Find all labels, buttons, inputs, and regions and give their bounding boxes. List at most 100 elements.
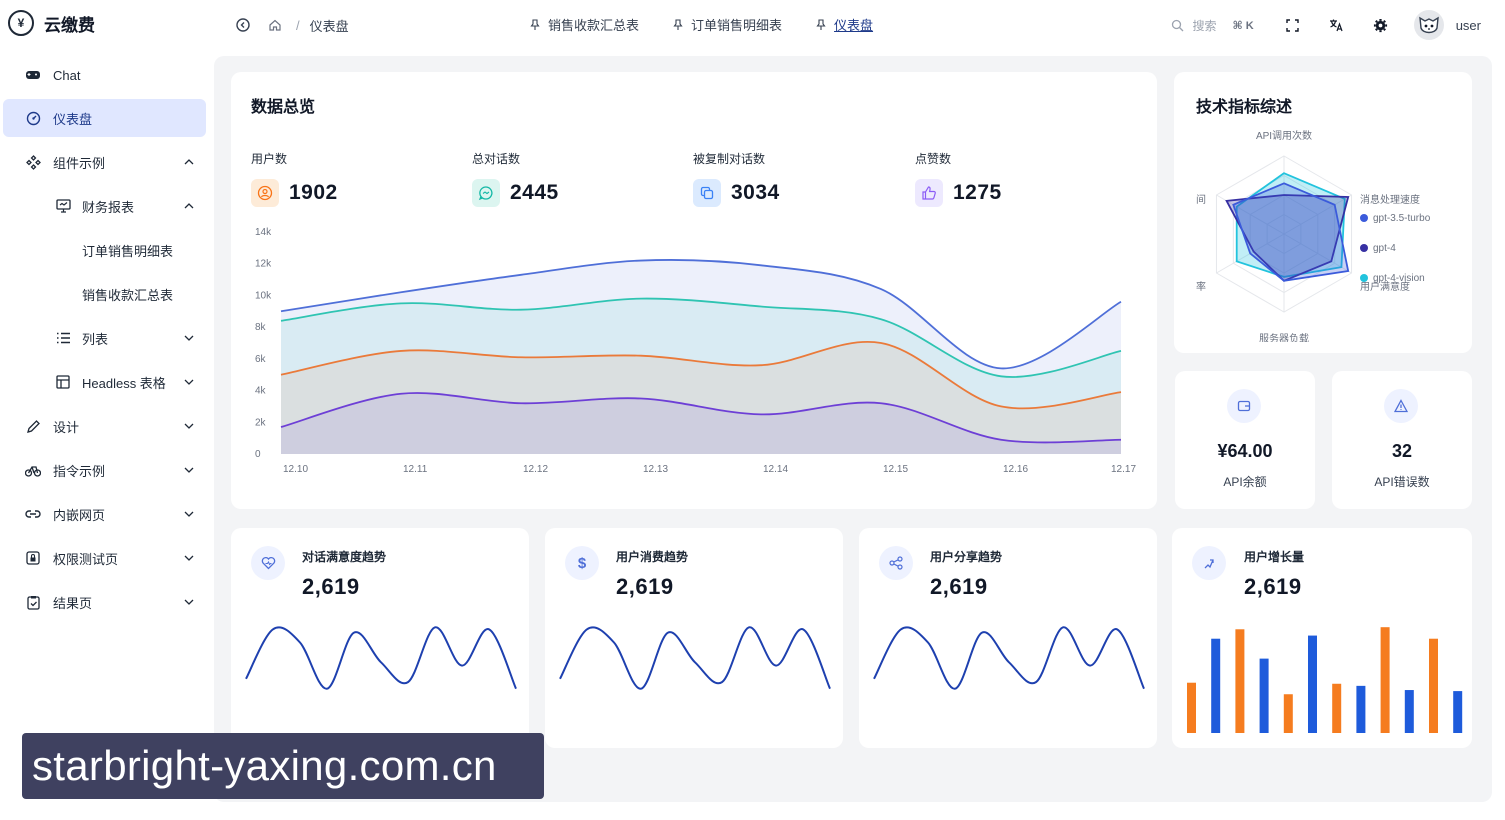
pin-icon[interactable] [673,18,683,31]
clipboard-check-icon [25,594,41,610]
mini-card-satisfaction: 对话满意度趋势 2,619 [231,528,529,748]
sidebar-item-list[interactable]: 列表 [3,319,206,357]
page-tabs: 销售收款汇总表 订单销售明细表 仪表盘 [530,15,873,34]
search-button[interactable]: 搜索 ⌘ K [1165,10,1259,40]
y-tick-label: 2k [255,417,267,428]
legend-label[interactable]: gpt-4 [1373,243,1396,254]
user-menu[interactable]: user [1413,10,1481,40]
translate-icon[interactable] [1326,14,1348,36]
sidebar-item-result-page[interactable]: 结果页 [3,583,206,621]
heart-icon [251,546,285,580]
sidebar-item-order-details[interactable]: 订单销售明细表 [3,231,206,269]
growth-bar [1380,627,1390,733]
tab-dashboard[interactable]: 仪表盘 [816,15,873,34]
fullscreen-icon[interactable] [1282,14,1304,36]
settings-gear-icon[interactable] [1370,14,1392,36]
stat-value: 2445 [510,181,559,204]
stat-label: 用户数 [251,152,288,166]
growth-bar [1356,685,1366,733]
chevron-down-icon [182,507,196,521]
legend-label[interactable]: gpt-4-vision [1373,273,1425,284]
sidebar-item-components[interactable]: 组件示例 [3,143,206,181]
home-icon[interactable] [264,14,286,36]
wallet-icon [1227,389,1261,423]
mini-card-value: 2,619 [930,574,988,599]
search-shortcut: ⌘ K [1232,19,1254,32]
brand-name: 云缴费 [44,15,95,35]
brand-mark-icon: ¥ [8,10,34,36]
sidebar-item-design[interactable]: 设计 [3,407,206,445]
pin-icon[interactable] [816,18,826,31]
mini-card-sharing: 用户分享趋势 2,619 [859,528,1157,748]
sidebar-item-sales-receipts[interactable]: 销售收款汇总表 [3,275,206,313]
username: user [1455,17,1481,33]
sidebar-item-label: Chat [53,67,81,83]
mini-card-spending: $ 用户消费趋势 2,619 [545,528,843,748]
api-errors-value: 32 [1391,441,1413,461]
tab-sales-receipts[interactable]: 销售收款汇总表 [530,15,639,34]
sidebar-item-dashboard[interactable]: 仪表盘 [3,99,206,137]
growth-bar-chart [1187,627,1463,733]
sidebar-item-permission-test[interactable]: 权限测试页 [3,539,206,577]
x-tick-label: 12.15 [883,464,908,475]
chevron-down-icon [182,463,196,477]
x-tick-label: 12.13 [643,464,668,475]
breadcrumb: / 仪表盘 [232,14,349,36]
trend-line [873,626,1145,690]
legend-label[interactable]: gpt-3.5-turbo [1373,213,1431,224]
sharing-trend-chart [873,626,1145,690]
api-errors-label: API错误数 [1374,475,1430,489]
chevron-down-icon [182,595,196,609]
sidebar-item-finance-reports[interactable]: 财务报表 [3,187,206,225]
overview-title: 数据总览 [251,99,316,116]
growth-bar [1283,694,1293,733]
chevron-down-icon [182,331,196,345]
mini-card-value: 2,619 [1244,574,1302,599]
y-tick-label: 14k [255,227,272,238]
growth-bar [1259,658,1269,733]
list-icon [55,330,71,346]
header-actions: 搜索 ⌘ K user [1165,10,1481,40]
chevron-up-icon [182,155,196,169]
radar-indicator-label: 间 [1196,193,1206,206]
pin-icon[interactable] [530,18,540,31]
mini-card-title: 用户消费趋势 [616,550,689,564]
sidebar-item-label: 列表 [82,331,109,347]
mini-card-value: 2,619 [302,574,360,599]
monitor-icon [55,198,71,214]
sidebar-item-label: 订单销售明细表 [82,243,174,259]
collapse-sidebar-icon[interactable] [232,14,254,36]
legend-swatch [1360,244,1368,252]
tech-title: 技术指标综述 [1196,99,1293,116]
growth-bar [1308,635,1317,733]
brand-logo[interactable]: ¥ 云缴费 [8,10,95,36]
y-tick-label: 6k [255,354,267,365]
sidebar-item-label: Headless 表格 [82,375,166,391]
search-placeholder: 搜索 [1192,18,1217,33]
sidebar-item-label: 组件示例 [53,155,106,171]
app-root: ¥ 云缴费 / 仪表盘 销售收款汇总表 订单销售明细表 仪表盘 搜索 ⌘ K u… [0,0,1505,820]
table-icon [55,374,71,390]
stat-users: 用户数 1902 [251,150,338,207]
sidebar-item-headless-table[interactable]: Headless 表格 [3,363,206,401]
growth-bar [1332,683,1342,733]
trend-line [245,626,517,690]
sidebar-item-embedded-page[interactable]: 内嵌网页 [3,495,206,533]
satisfaction-trend-chart [245,626,517,690]
stat-label: 被复制对话数 [693,152,766,166]
sidebar-item-label: 权限测试页 [53,551,119,567]
chevron-down-icon [182,375,196,389]
tab-label: 仪表盘 [834,18,874,33]
tab-order-details[interactable]: 订单销售明细表 [673,15,782,34]
y-tick-label: 8k [255,322,267,333]
radar-indicator-label: 消息处理速度 [1360,193,1420,206]
overview-card: 数据总览 用户数 1902 总对话数 2445 被复制对话数 3034 点赞数 … [231,72,1157,509]
sidebar-item-chat[interactable]: Chat [3,56,206,94]
x-tick-label: 12.12 [523,464,548,475]
breadcrumb-current[interactable]: 仪表盘 [310,16,349,35]
copy-icon [693,179,721,207]
tech-radar-chart: API调用次数消息处理速度用户满意度服务器负载率间gpt-3.5-turbogp… [1196,129,1431,342]
growth-bar [1453,691,1463,733]
sidebar-item-directives[interactable]: 指令示例 [3,451,206,489]
watermark-banner: starbright-yaxing.com.cn [22,733,544,799]
